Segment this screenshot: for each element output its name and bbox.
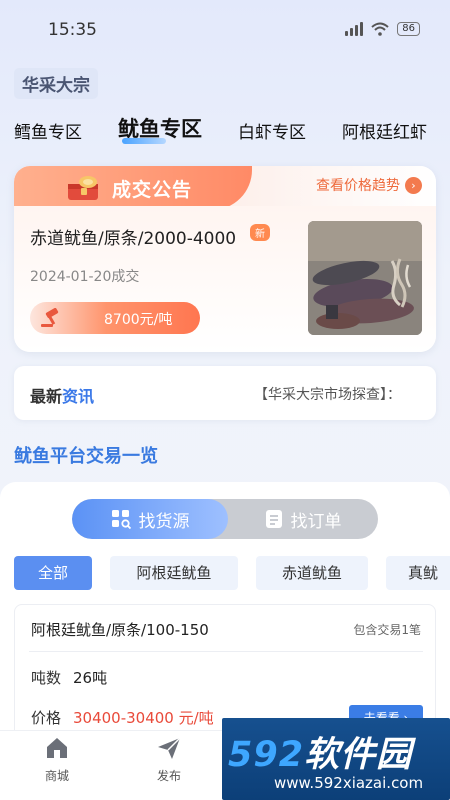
price-value: 30400-30400 元/吨 (73, 709, 214, 727)
active-tab-indicator (122, 138, 166, 144)
tonnage-value: 26吨 (73, 669, 108, 687)
chevron-right-icon: › (405, 176, 422, 194)
signal-icon (345, 22, 364, 36)
news-bar[interactable]: 最新资讯 【华采大宗市场探查】： (14, 366, 436, 420)
filter-chips: 全部 阿根廷鱿鱼 赤道鱿鱼 真鱿 (0, 556, 450, 590)
price-trend-link[interactable]: 查看价格趋势 › (316, 175, 422, 195)
news-label: 最新资讯 (30, 383, 94, 407)
tab-white-shrimp[interactable]: 白虾专区 (238, 118, 306, 143)
watermark-url: www.592xiazai.com (274, 774, 424, 792)
section-title: 鱿鱼平台交易一览 (14, 446, 158, 467)
find-source-label: 找货源 (138, 511, 190, 532)
squid-product-photo (308, 221, 422, 335)
tabbar-label-publish: 发布 (156, 769, 181, 783)
price-trend-label: 查看价格趋势 (316, 178, 400, 194)
site-watermark: 592软件园 www.592xiazai.com (222, 718, 450, 800)
chip-all[interactable]: 全部 (14, 556, 92, 590)
watermark-logo: 592软件园 (228, 735, 413, 775)
deal-product-name: 赤道鱿鱼/原条/2000-4000 (30, 229, 237, 249)
order-title: 阿根廷鱿鱼/原条/100-150 (31, 621, 209, 639)
deal-price: 8700元/吨 (104, 312, 173, 328)
find-order-label: 找订单 (290, 511, 342, 532)
status-time: 15:35 (48, 20, 97, 40)
chip-argentine-squid[interactable]: 阿根廷鱿鱼 (110, 556, 238, 590)
gavel-icon (41, 308, 59, 327)
send-icon (158, 737, 181, 759)
chip-equatorial-squid[interactable]: 赤道鱿鱼 (256, 556, 368, 590)
deal-body: 赤道鱿鱼/原条/2000-4000 新 2024-01-20成交 8700元/吨 (14, 206, 436, 352)
tab-argentine-red-shrimp[interactable]: 阿根廷红虾 (342, 118, 427, 143)
home-icon (47, 738, 67, 758)
source-order-switcher: 找货源 找订单 (72, 499, 378, 539)
tonnage-label: 吨数 (31, 669, 62, 687)
tabbar-label-mall: 商城 (44, 769, 69, 783)
wifi-icon (371, 22, 389, 36)
battery-icon: 86 (397, 22, 420, 36)
status-bar: 15:35 86 (0, 0, 450, 58)
deal-announcement-card[interactable]: 成交公告 查看价格趋势 › 赤道鱿鱼/原条/2000-4000 新 2024-0… (14, 166, 436, 352)
treasure-chest-icon (68, 176, 98, 200)
price-label: 价格 (31, 709, 62, 727)
find-source-toggle[interactable]: 找货源 (72, 499, 228, 539)
brand-logo: 华采大宗 (14, 68, 98, 99)
news-ticker[interactable]: 【华采大宗市场探查】： (254, 384, 401, 404)
chip-true-squid[interactable]: 真鱿 (386, 556, 450, 590)
order-divider (29, 651, 423, 652)
new-badge: 新 (250, 224, 270, 241)
tab-cod[interactable]: 鳕鱼专区 (14, 118, 82, 143)
document-icon (265, 510, 282, 528)
news-label-accent: 资讯 (62, 387, 95, 406)
category-tabs: 鳕鱼专区 鱿鱼专区 白虾专区 阿根廷红虾 (0, 110, 450, 154)
news-label-plain: 最新 (30, 387, 63, 406)
deal-title: 成交公告 (112, 179, 193, 201)
tabbar-item-publish[interactable]: 发布 (139, 735, 199, 784)
grid-search-icon (111, 510, 131, 529)
deal-date: 2024-01-20成交 (30, 269, 140, 285)
tabbar-item-mall[interactable]: 商城 (27, 735, 87, 784)
status-icons: 86 (345, 22, 420, 36)
deal-title-tag: 成交公告 (14, 166, 252, 210)
order-trade-count: 包含交易1笔 (353, 623, 421, 637)
find-order-toggle[interactable]: 找订单 (228, 499, 378, 539)
deal-price-pill: 8700元/吨 (30, 302, 200, 334)
